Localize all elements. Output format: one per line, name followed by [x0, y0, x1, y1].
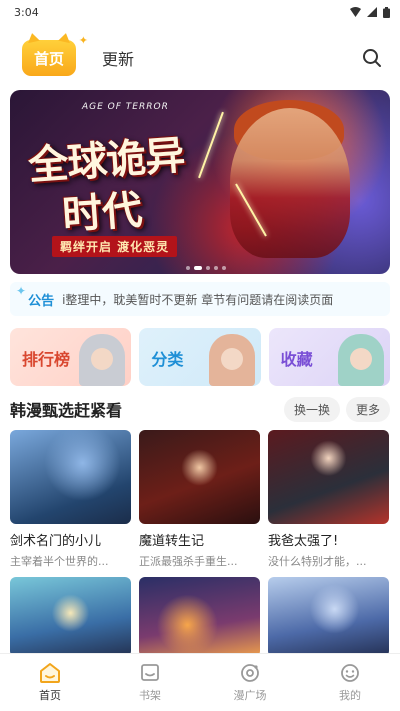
- nav-profile-label: 我的: [339, 689, 361, 702]
- profile-icon: [341, 664, 359, 682]
- banner-subtitle: AGE OF TERROR: [82, 102, 169, 112]
- ear-decoration: [26, 31, 40, 44]
- illustration-face: [349, 348, 372, 370]
- more-button[interactable]: 更多: [345, 396, 390, 422]
- book-cover: [139, 577, 260, 657]
- nav-bookshelf-label: 书架: [139, 689, 161, 702]
- favorites-label: 收藏: [280, 350, 313, 369]
- book-desc: 主宰着半个世界的...: [10, 555, 109, 568]
- banner-title-line2: 时代: [60, 186, 144, 239]
- battery-icon: [383, 6, 390, 18]
- status-time: 3:04: [14, 5, 39, 19]
- category-card[interactable]: 分类: [139, 328, 261, 386]
- book-grid: 剑术名门的小儿 主宰着半个世界的... 魔道转生记 正派最强杀手重生... 我爸…: [10, 430, 390, 657]
- illustration-face: [220, 348, 243, 370]
- nav-plaza[interactable]: 漫广场: [200, 654, 300, 711]
- section-header: 韩漫甄选赶紧看 换一换 更多: [10, 396, 390, 422]
- top-header: ✦ 首页 更新: [0, 31, 400, 80]
- book-card[interactable]: 我爸太强了! 没什么特别才能，...: [268, 430, 389, 569]
- carousel-dot: [186, 266, 190, 270]
- plaza-icon: [241, 664, 259, 682]
- favorites-illustration: [337, 334, 384, 386]
- book-title: 魔道转生记: [139, 534, 205, 549]
- nav-plaza-label: 漫广场: [233, 689, 267, 702]
- banner-tagline: 羁绊开启 渡化恶灵: [52, 236, 178, 257]
- section-actions: 换一换 更多: [283, 396, 390, 422]
- category-label: 分类: [151, 350, 184, 369]
- notice-text: i整理中，耽美暂时不更新 章节有问题请在阅读页面: [62, 292, 334, 307]
- wifi-icon: [350, 7, 361, 17]
- favorites-card[interactable]: 收藏: [268, 328, 390, 386]
- section-title: 韩漫甄选赶紧看: [10, 401, 123, 420]
- banner-carousel[interactable]: AGE OF TERROR 全球诡异 时代 羁绊开启 渡化恶灵: [10, 90, 390, 274]
- tab-home[interactable]: ✦ 首页: [22, 31, 88, 76]
- carousel-dot: [214, 266, 218, 270]
- book-cover: [268, 577, 389, 657]
- ranking-card[interactable]: 排行榜: [10, 328, 132, 386]
- status-bar: 3:04: [0, 0, 400, 24]
- search-icon: [363, 49, 381, 67]
- tab-home-label: 首页: [33, 49, 64, 68]
- book-card[interactable]: 魔道转生记 正派最强杀手重生...: [139, 430, 260, 569]
- book-cover: [10, 577, 131, 657]
- ear-decoration: [58, 31, 72, 44]
- ranking-illustration: [79, 334, 126, 386]
- tab-update[interactable]: 更新: [102, 46, 134, 70]
- carousel-dot: [222, 266, 226, 270]
- signal-icon: [367, 7, 377, 17]
- book-cover: [268, 430, 389, 524]
- sparkle-icon: ✦: [78, 34, 88, 47]
- book-desc: 没什么特别才能，...: [268, 555, 367, 568]
- notice-label: 公告: [28, 293, 55, 309]
- carousel-dot-active: [194, 266, 202, 270]
- book-title: 我爸太强了!: [268, 534, 339, 549]
- lightning-decoration: [198, 111, 224, 179]
- book-desc: 正派最强杀手重生...: [139, 555, 238, 568]
- nav-home-label: 首页: [39, 689, 61, 702]
- ranking-label: 排行榜: [22, 350, 71, 369]
- status-icons: [350, 6, 390, 18]
- book-card[interactable]: 剑术名门的小儿 主宰着半个世界的...: [10, 430, 131, 569]
- carousel-dot: [206, 266, 210, 270]
- bottom-nav: 首页 书架 漫广场 我的: [0, 653, 400, 711]
- book-cover: [139, 430, 260, 524]
- carousel-indicator: [186, 266, 226, 270]
- nav-home[interactable]: 首页: [0, 654, 100, 711]
- bookshelf-icon: [141, 664, 159, 681]
- category-illustration: [208, 334, 255, 386]
- nav-profile[interactable]: 我的: [300, 654, 400, 711]
- banner-character: [230, 108, 350, 258]
- sparkle-icon: ✦: [16, 284, 27, 298]
- book-card[interactable]: [139, 577, 260, 657]
- book-title: 剑术名门的小儿: [10, 534, 102, 549]
- notice-bar[interactable]: ✦ 公告 i整理中，耽美暂时不更新 章节有问题请在阅读页面: [10, 282, 390, 316]
- home-icon: [40, 663, 60, 683]
- book-card[interactable]: [268, 577, 389, 657]
- book-cover: [10, 430, 131, 524]
- book-card[interactable]: [10, 577, 131, 657]
- nav-bookshelf[interactable]: 书架: [100, 654, 200, 711]
- refresh-button[interactable]: 换一换: [283, 396, 340, 422]
- illustration-face: [91, 348, 114, 370]
- category-cards: 排行榜 分类 收藏: [10, 328, 390, 386]
- search-button[interactable]: [358, 44, 386, 72]
